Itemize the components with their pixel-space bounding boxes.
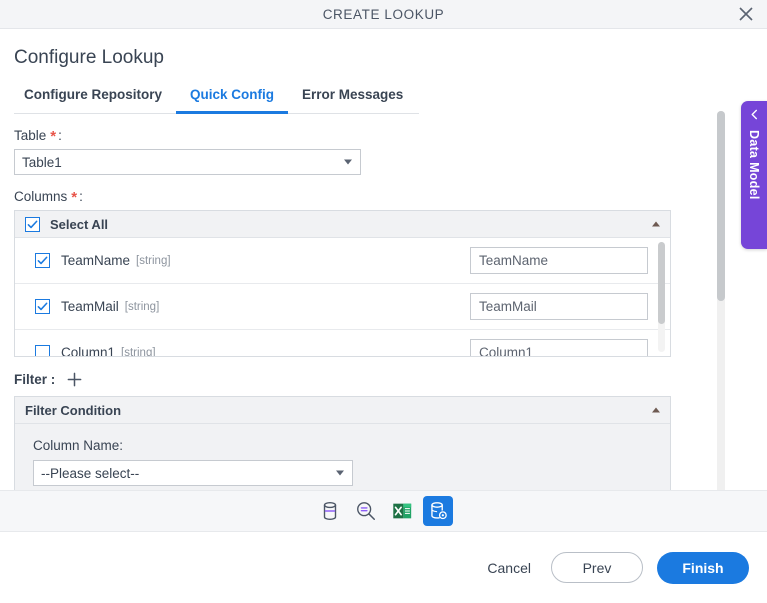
columns-panel: Select All TeamName [string] TeamName Te…	[14, 210, 671, 357]
filter-condition-header: Filter Condition	[15, 397, 670, 424]
column-name: TeamMail	[61, 299, 119, 314]
cancel-button[interactable]: Cancel	[481, 556, 537, 580]
data-model-panel-toggle[interactable]: Data Model	[741, 101, 767, 249]
columns-label-text: Columns	[14, 189, 68, 204]
excel-icon[interactable]	[387, 496, 417, 526]
columns-field-label: Columns * :	[14, 189, 698, 205]
column-name: Column1	[61, 345, 116, 356]
create-lookup-dialog: CREATE LOOKUP Configure Lookup Configure…	[0, 0, 767, 603]
column-type: [string]	[121, 346, 156, 357]
database-config-icon[interactable]	[422, 496, 453, 526]
select-all-label: Select All	[50, 216, 109, 232]
dialog-body: Configure Lookup Configure Repository Qu…	[0, 29, 767, 490]
tab-error-messages[interactable]: Error Messages	[288, 83, 417, 114]
filter-row: Filter :	[14, 371, 698, 388]
tab-configure-repository[interactable]: Configure Repository	[14, 83, 176, 114]
table-row: TeamName [string]	[15, 238, 670, 284]
filter-label: Filter :	[14, 372, 56, 387]
chevron-left-icon	[749, 109, 760, 120]
filter-condition-panel: Filter Condition Column Name: --Please s…	[14, 396, 671, 490]
page-title: Configure Lookup	[14, 47, 164, 68]
column-name: TeamName	[61, 253, 131, 268]
columns-scrollbar-thumb[interactable]	[658, 242, 665, 324]
tab-quick-config[interactable]: Quick Config	[176, 83, 289, 114]
query-search-icon[interactable]	[351, 496, 381, 526]
close-icon[interactable]	[735, 3, 757, 25]
dialog-scrollbar-thumb[interactable]	[717, 111, 725, 301]
column-type: [string]	[124, 300, 160, 313]
column-alias-input[interactable]	[470, 293, 648, 320]
data-model-label: Data Model	[747, 130, 761, 200]
column-alias-input[interactable]	[470, 339, 648, 356]
dialog-footer: Cancel Prev Finish	[0, 532, 767, 603]
column-checkbox[interactable]	[35, 299, 50, 314]
database-icon[interactable]	[315, 496, 345, 526]
tab-bar: Configure Repository Quick Config Error …	[14, 83, 419, 114]
prev-button[interactable]: Prev	[551, 552, 643, 583]
table-required-asterisk: *	[50, 128, 57, 145]
column-checkbox[interactable]	[35, 345, 50, 356]
table-field-label: Table * :	[14, 128, 698, 144]
chevron-down-icon	[336, 470, 344, 476]
chevron-down-icon	[344, 159, 352, 165]
table-select-value: Table1	[22, 154, 62, 170]
table-row: Column1 [string]	[15, 330, 670, 356]
plus-icon[interactable]	[66, 371, 83, 388]
wizard-step-toolbar	[0, 490, 767, 532]
columns-label-colon: :	[79, 189, 83, 204]
column-alias-input[interactable]	[470, 247, 648, 274]
columns-list: TeamName [string] TeamMail [string]	[15, 238, 670, 356]
dialog-content: Configure Lookup Configure Repository Qu…	[0, 29, 712, 490]
table-label-text: Table	[14, 128, 47, 143]
dialog-titlebar: CREATE LOOKUP	[0, 0, 767, 29]
table-row: TeamMail [string]	[15, 284, 670, 330]
select-all-checkbox[interactable]	[25, 216, 40, 232]
collapse-caret-icon[interactable]	[652, 221, 660, 227]
columns-required-asterisk: *	[71, 189, 78, 206]
filter-condition-body: Column Name: --Please select--	[15, 424, 670, 490]
column-type: [string]	[136, 254, 171, 267]
table-select[interactable]: Table1	[14, 149, 361, 175]
table-label-colon: :	[58, 128, 62, 143]
column-checkbox[interactable]	[35, 253, 50, 268]
dialog-title: CREATE LOOKUP	[322, 6, 445, 22]
columns-panel-header: Select All	[15, 211, 670, 238]
filter-column-select-value: --Please select--	[41, 465, 140, 481]
column-name-label: Column Name:	[33, 438, 124, 453]
finish-button[interactable]: Finish	[657, 551, 749, 584]
collapse-caret-icon[interactable]	[652, 407, 660, 413]
filter-column-select[interactable]: --Please select--	[33, 460, 353, 486]
filter-condition-title: Filter Condition	[25, 402, 122, 418]
